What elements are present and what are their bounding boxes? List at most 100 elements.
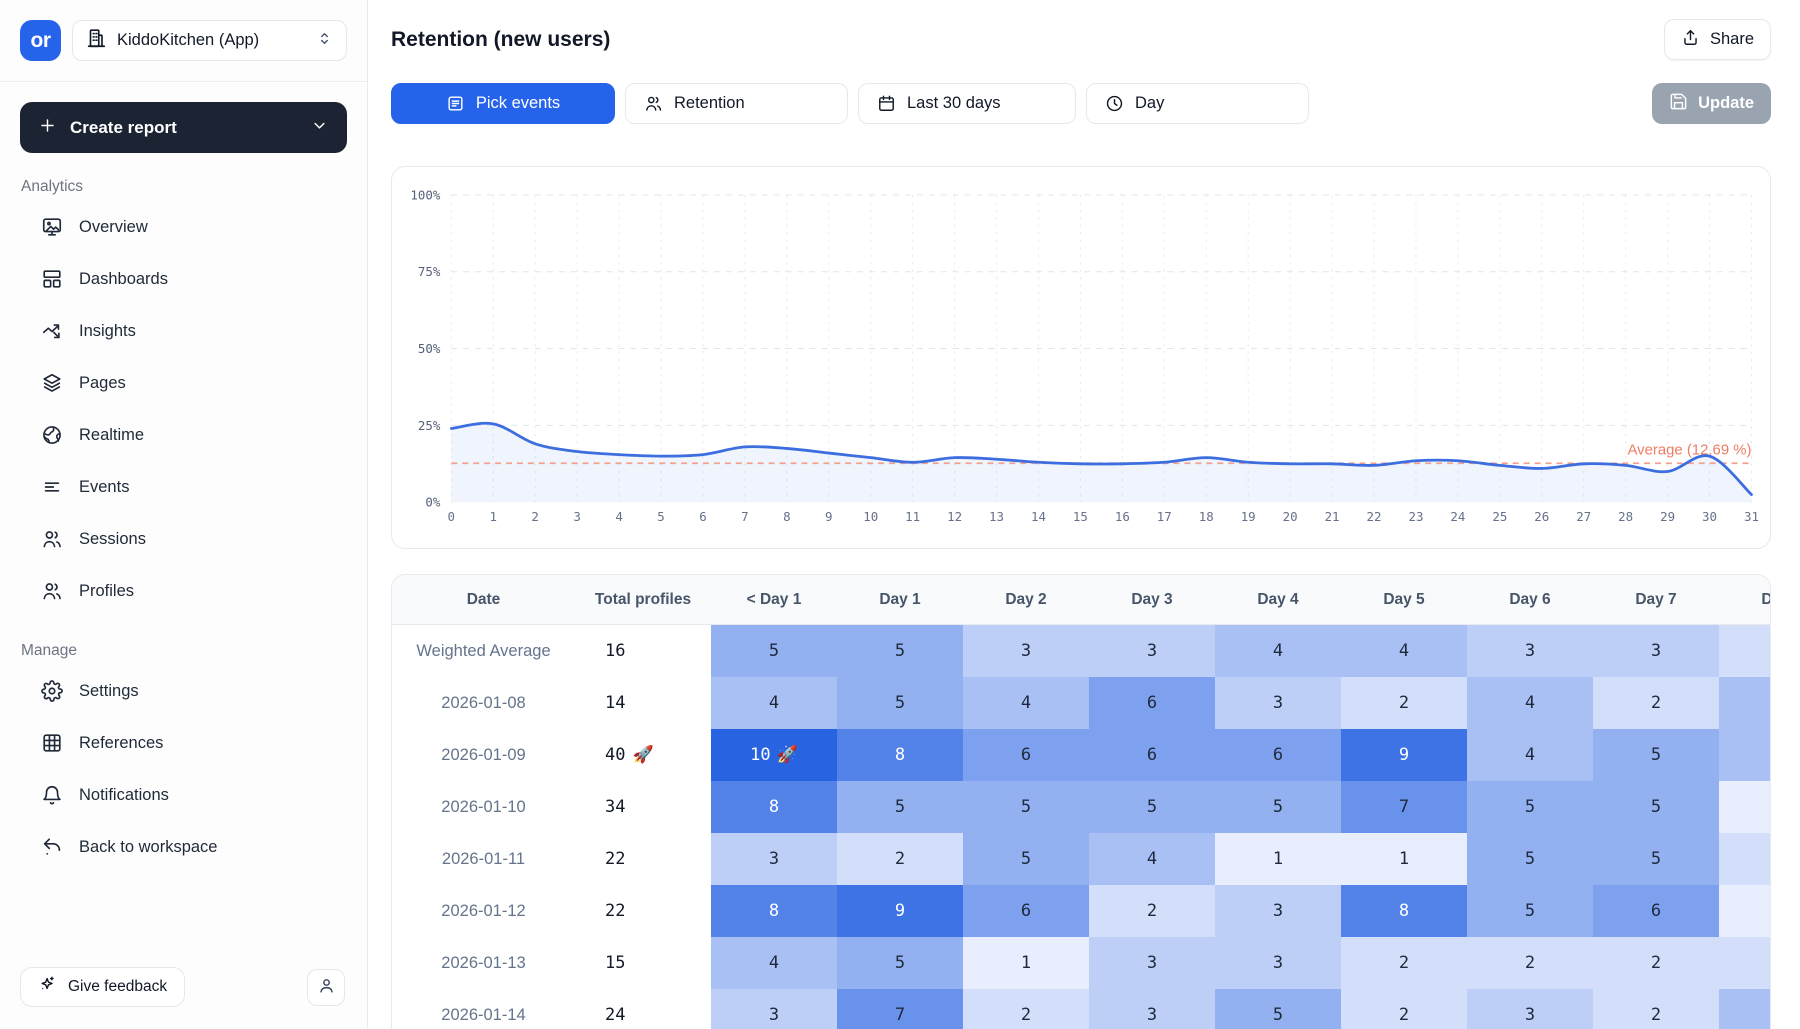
col-header-day-7[interactable]: Day 7 bbox=[1593, 575, 1719, 624]
heatmap-cell[interactable]: 2 bbox=[1719, 833, 1771, 885]
heatmap-cell[interactable]: 2 bbox=[1467, 937, 1593, 989]
heatmap-cell[interactable]: 9 bbox=[1341, 729, 1467, 781]
heatmap-cell[interactable]: 3 bbox=[1215, 885, 1341, 937]
heatmap-cell[interactable]: 8 bbox=[711, 781, 837, 833]
heatmap-cell[interactable]: 5 bbox=[1215, 989, 1341, 1029]
heatmap-cell[interactable]: 2 bbox=[1341, 989, 1467, 1029]
heatmap-cell[interactable]: 2 bbox=[1341, 677, 1467, 729]
col-header-total-profiles[interactable]: Total profiles bbox=[575, 575, 711, 624]
heatmap-cell[interactable]: 3 bbox=[1089, 989, 1215, 1029]
heatmap-cell[interactable]: 8 bbox=[1341, 885, 1467, 937]
workspace-selector[interactable]: KiddoKitchen (App) bbox=[72, 20, 347, 61]
filter-last-30-days[interactable]: Last 30 days bbox=[858, 83, 1076, 124]
heatmap-cell[interactable]: 3 bbox=[1215, 937, 1341, 989]
sidebar-item-events[interactable]: Events bbox=[20, 461, 347, 513]
heatmap-cell[interactable]: 3 bbox=[1593, 625, 1719, 677]
heatmap-cell[interactable]: 5 bbox=[1467, 885, 1593, 937]
heatmap-cell[interactable]: 5 bbox=[837, 937, 963, 989]
sidebar-item-dashboards[interactable]: Dashboards bbox=[20, 253, 347, 305]
give-feedback-button[interactable]: Give feedback bbox=[20, 967, 185, 1007]
heatmap-cell[interactable]: 6 bbox=[1089, 729, 1215, 781]
heatmap-cell[interactable]: 10🚀 bbox=[711, 729, 837, 781]
heatmap-cell[interactable]: 2 bbox=[1089, 885, 1215, 937]
heatmap-cell[interactable]: 2 bbox=[1341, 937, 1467, 989]
col-header-day-1[interactable]: < Day 1 bbox=[711, 575, 837, 624]
heatmap-cell[interactable]: 2 bbox=[963, 989, 1089, 1029]
heatmap-cell[interactable]: 3 bbox=[711, 833, 837, 885]
update-button[interactable]: Update bbox=[1652, 83, 1771, 124]
heatmap-cell[interactable]: 5 bbox=[1593, 781, 1719, 833]
heatmap-cell[interactable]: 5 bbox=[1089, 781, 1215, 833]
col-header-day-6[interactable]: Day 6 bbox=[1467, 575, 1593, 624]
col-header-day-5[interactable]: Day 5 bbox=[1341, 575, 1467, 624]
heatmap-cell[interactable]: 8 bbox=[711, 885, 837, 937]
heatmap-cell[interactable]: 6 bbox=[963, 885, 1089, 937]
heatmap-cell[interactable]: 6 bbox=[1593, 885, 1719, 937]
heatmap-cell[interactable]: 5 bbox=[837, 781, 963, 833]
heatmap-cell[interactable]: 4 bbox=[1719, 989, 1771, 1029]
sidebar-item-notifications[interactable]: Notifications bbox=[20, 769, 347, 821]
heatmap-cell[interactable]: 5 bbox=[963, 833, 1089, 885]
heatmap-cell[interactable]: 5 bbox=[1593, 833, 1719, 885]
app-logo[interactable]: or bbox=[20, 20, 61, 61]
heatmap-cell[interactable]: 3 bbox=[963, 625, 1089, 677]
heatmap-cell[interactable]: 5 bbox=[837, 625, 963, 677]
heatmap-cell[interactable]: 3 bbox=[1467, 989, 1593, 1029]
col-header-day-1[interactable]: Day 1 bbox=[837, 575, 963, 624]
account-button[interactable] bbox=[307, 969, 345, 1006]
heatmap-cell[interactable]: 6 bbox=[963, 729, 1089, 781]
sidebar-item-settings[interactable]: Settings bbox=[20, 665, 347, 717]
filter-day[interactable]: Day bbox=[1086, 83, 1309, 124]
heatmap-cell[interactable]: 5 bbox=[1467, 781, 1593, 833]
sidebar-item-references[interactable]: References bbox=[20, 717, 347, 769]
heatmap-cell[interactable]: 4 bbox=[1467, 677, 1593, 729]
sidebar-item-overview[interactable]: Overview bbox=[20, 201, 347, 253]
heatmap-cell[interactable]: 2 bbox=[1719, 625, 1771, 677]
sidebar-item-insights[interactable]: Insights bbox=[20, 305, 347, 357]
heatmap-cell[interactable]: 3 bbox=[1089, 937, 1215, 989]
sidebar-item-back-to-workspace[interactable]: Back to workspace bbox=[20, 821, 347, 873]
heatmap-cell[interactable]: 8 bbox=[837, 729, 963, 781]
create-report-button[interactable]: Create report bbox=[20, 102, 347, 153]
sidebar-item-realtime[interactable]: Realtime bbox=[20, 409, 347, 461]
heatmap-cell[interactable]: 5 bbox=[711, 625, 837, 677]
heatmap-cell[interactable]: 5 bbox=[837, 677, 963, 729]
heatmap-cell[interactable]: 5 bbox=[1593, 729, 1719, 781]
col-header-day-8[interactable]: Day 8 bbox=[1719, 575, 1771, 624]
filter-retention[interactable]: Retention bbox=[625, 83, 848, 124]
heatmap-cell[interactable]: 7 bbox=[837, 989, 963, 1029]
heatmap-cell[interactable]: 4 bbox=[1719, 729, 1771, 781]
heatmap-cell[interactable]: 5 bbox=[963, 781, 1089, 833]
heatmap-cell[interactable]: 1 bbox=[963, 937, 1089, 989]
col-header-date[interactable]: Date bbox=[392, 575, 575, 624]
share-button[interactable]: Share bbox=[1664, 19, 1771, 60]
heatmap-cell[interactable]: 2 bbox=[1719, 937, 1771, 989]
heatmap-cell[interactable]: 4 bbox=[1467, 729, 1593, 781]
heatmap-cell[interactable]: 2 bbox=[837, 833, 963, 885]
col-header-day-3[interactable]: Day 3 bbox=[1089, 575, 1215, 624]
filter-pick-events[interactable]: Pick events bbox=[391, 83, 615, 124]
sidebar-item-profiles[interactable]: Profiles bbox=[20, 565, 347, 617]
heatmap-cell[interactable]: 3 bbox=[1089, 625, 1215, 677]
heatmap-cell[interactable]: 3 bbox=[1215, 677, 1341, 729]
heatmap-cell[interactable]: 6 bbox=[1215, 729, 1341, 781]
heatmap-cell[interactable]: 5 bbox=[1467, 833, 1593, 885]
col-header-day-4[interactable]: Day 4 bbox=[1215, 575, 1341, 624]
heatmap-cell[interactable]: 4 bbox=[711, 677, 837, 729]
heatmap-cell[interactable]: 1 bbox=[1719, 781, 1771, 833]
heatmap-cell[interactable]: 4 bbox=[1719, 677, 1771, 729]
heatmap-cell[interactable]: 4 bbox=[963, 677, 1089, 729]
heatmap-cell[interactable]: 3 bbox=[711, 989, 837, 1029]
heatmap-cell[interactable]: 4 bbox=[1215, 625, 1341, 677]
heatmap-cell[interactable]: 4 bbox=[1089, 833, 1215, 885]
heatmap-cell[interactable]: 1 bbox=[1719, 885, 1771, 937]
heatmap-cell[interactable]: 6 bbox=[1089, 677, 1215, 729]
heatmap-cell[interactable]: 4 bbox=[1341, 625, 1467, 677]
sidebar-item-sessions[interactable]: Sessions bbox=[20, 513, 347, 565]
heatmap-cell[interactable]: 4 bbox=[711, 937, 837, 989]
heatmap-cell[interactable]: 7 bbox=[1341, 781, 1467, 833]
heatmap-cell[interactable]: 2 bbox=[1593, 989, 1719, 1029]
sidebar-item-pages[interactable]: Pages bbox=[20, 357, 347, 409]
heatmap-cell[interactable]: 5 bbox=[1215, 781, 1341, 833]
heatmap-cell[interactable]: 1 bbox=[1341, 833, 1467, 885]
